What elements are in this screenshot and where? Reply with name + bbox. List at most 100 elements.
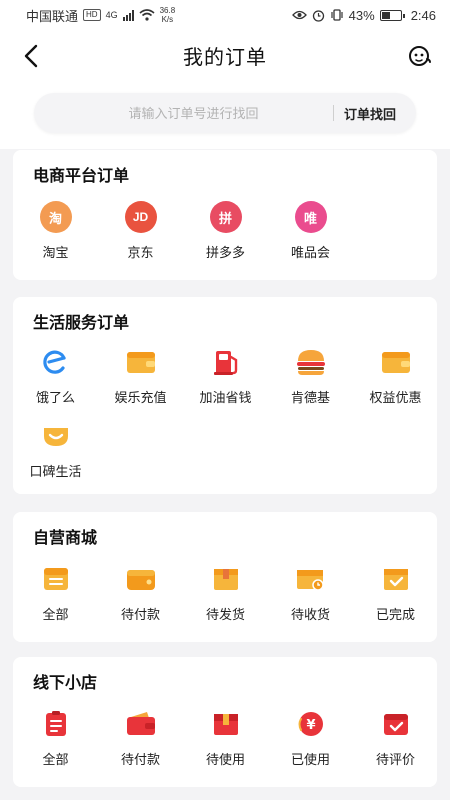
status-bar: 中国联通 HD 4G 36.8 K/s 43% 2:46 [0,0,450,30]
service-entertainment-recharge[interactable]: 娱乐充值 [98,345,183,406]
check-box-icon [379,707,413,741]
self-mall-orders-card: 自营商城 全部 待付款 待发货 待收货 已完成 [13,512,437,642]
service-benefits[interactable]: 权益优惠 [353,345,438,406]
header: 我的订单 [0,30,450,80]
item-label: 待收货 [290,607,330,622]
eleme-icon [39,345,73,379]
network-type: 4G [105,9,118,20]
wallet-icon [124,562,158,596]
speed-value: 36.8 [159,6,176,15]
item-label: 京东 [127,245,154,260]
status-left: 中国联通 HD 4G 36.8 K/s [26,6,175,25]
list-icon [39,707,73,741]
page-title: 我的订单 [183,46,267,69]
item-label: 全部 [42,607,69,622]
platform-taobao[interactable]: 淘 淘宝 [13,200,98,261]
life-service-orders-card: 生活服务订单 饿了么 娱乐充值 加油省钱 肯德基 权益优惠 口碑生活 [13,297,437,494]
wallet-icon [124,345,158,379]
item-label: 唯品会 [290,245,330,260]
item-label: 待使用 [205,752,245,767]
store-pending-review[interactable]: 待评价 [353,707,438,768]
item-label: 淘宝 [42,245,69,260]
card-icon [379,345,413,379]
mall-pending-receipt[interactable]: 待收货 [268,562,353,623]
eye-icon [291,10,307,20]
store-used[interactable]: ¥ 已使用 [268,707,353,768]
order-retrieve-button[interactable]: 订单找回 [334,104,416,123]
network-speed: 36.8 K/s [160,6,176,24]
item-label: 已使用 [290,752,330,767]
check-box-icon [379,562,413,596]
item-label: 饿了么 [35,390,75,405]
battery-percent: 43% [348,7,375,23]
pinduoduo-logo: 拼 [209,201,242,233]
status-right: 43% 2:46 [291,7,436,23]
mall-pending-shipment[interactable]: 待发货 [183,562,268,623]
chevron-left-icon [24,44,38,68]
gift-box-icon [209,707,243,741]
item-label: 权益优惠 [369,390,422,405]
vibrate-icon [331,9,343,21]
item-label: 待付款 [120,607,160,622]
back-button[interactable] [18,42,46,70]
wifi-icon [139,9,155,21]
customer-service-button[interactable] [406,42,434,70]
list-icon [39,562,73,596]
section-title: 电商平台订单 [33,168,130,185]
hd-badge: HD [83,9,101,21]
store-pending-use[interactable]: 待使用 [183,707,268,768]
speed-unit: K/s [161,15,174,24]
item-label: 娱乐充值 [114,390,167,405]
wallet-icon [124,707,158,741]
taobao-icon: 淘 [39,200,73,234]
store-all-orders[interactable]: 全部 [13,707,98,768]
jd-logo: JD [124,201,157,233]
search-section: 订单找回 [0,80,450,149]
service-koubei[interactable]: 口碑生活 [13,419,98,480]
item-label: 口碑生活 [29,464,82,479]
store-pending-payment[interactable]: 待付款 [98,707,183,768]
alarm-icon [312,9,324,22]
service-eleme[interactable]: 饿了么 [13,345,98,406]
item-label: 全部 [42,752,69,767]
item-label: 肯德基 [290,390,330,405]
mall-pending-payment[interactable]: 待付款 [98,562,183,623]
svg-text:¥: ¥ [306,718,315,733]
section-title: 生活服务订单 [33,315,130,332]
jd-icon: JD [124,200,158,234]
taobao-logo: 淘 [39,201,72,233]
item-label: 拼多多 [205,245,245,260]
vipshop-icon: 唯 [294,200,328,234]
carrier-label: 中国联通 [26,8,79,24]
yen-coin-icon: ¥ [294,707,328,741]
vipshop-logo: 唯 [294,201,327,233]
service-kfc[interactable]: 肯德基 [268,345,353,406]
battery-icon [379,9,405,21]
service-gas-saving[interactable]: 加油省钱 [183,345,268,406]
item-label: 待发货 [205,607,245,622]
section-title: 线下小店 [33,675,98,692]
mall-completed[interactable]: 已完成 [353,562,438,623]
platform-jd[interactable]: JD 京东 [98,200,183,261]
platform-vipshop[interactable]: 唯 唯品会 [268,200,353,261]
signal-icon [122,9,134,21]
item-label: 待评价 [375,752,415,767]
item-label: 待付款 [120,752,160,767]
pinduoduo-icon: 拼 [209,200,243,234]
section-title: 自营商城 [33,530,98,547]
item-label: 加油省钱 [199,390,252,405]
platform-pinduoduo[interactable]: 拼 拼多多 [183,200,268,261]
order-search-bar: 订单找回 [34,93,416,133]
item-label: 已完成 [375,607,415,622]
order-number-input[interactable] [34,105,333,121]
customer-service-icon [409,46,431,66]
box-icon [209,562,243,596]
clock: 2:46 [410,7,436,23]
truck-box-icon [294,562,328,596]
offline-store-orders-card: 线下小店 全部 待付款 待使用 ¥ 已使用 待评价 [13,657,437,787]
mall-all-orders[interactable]: 全部 [13,562,98,623]
ecommerce-orders-card: 电商平台订单 淘 淘宝 JD 京东 拼 拼多多 唯 唯品会 [13,150,437,280]
burger-icon [294,345,328,379]
gas-pump-icon [209,345,243,379]
koubei-icon [39,419,73,453]
